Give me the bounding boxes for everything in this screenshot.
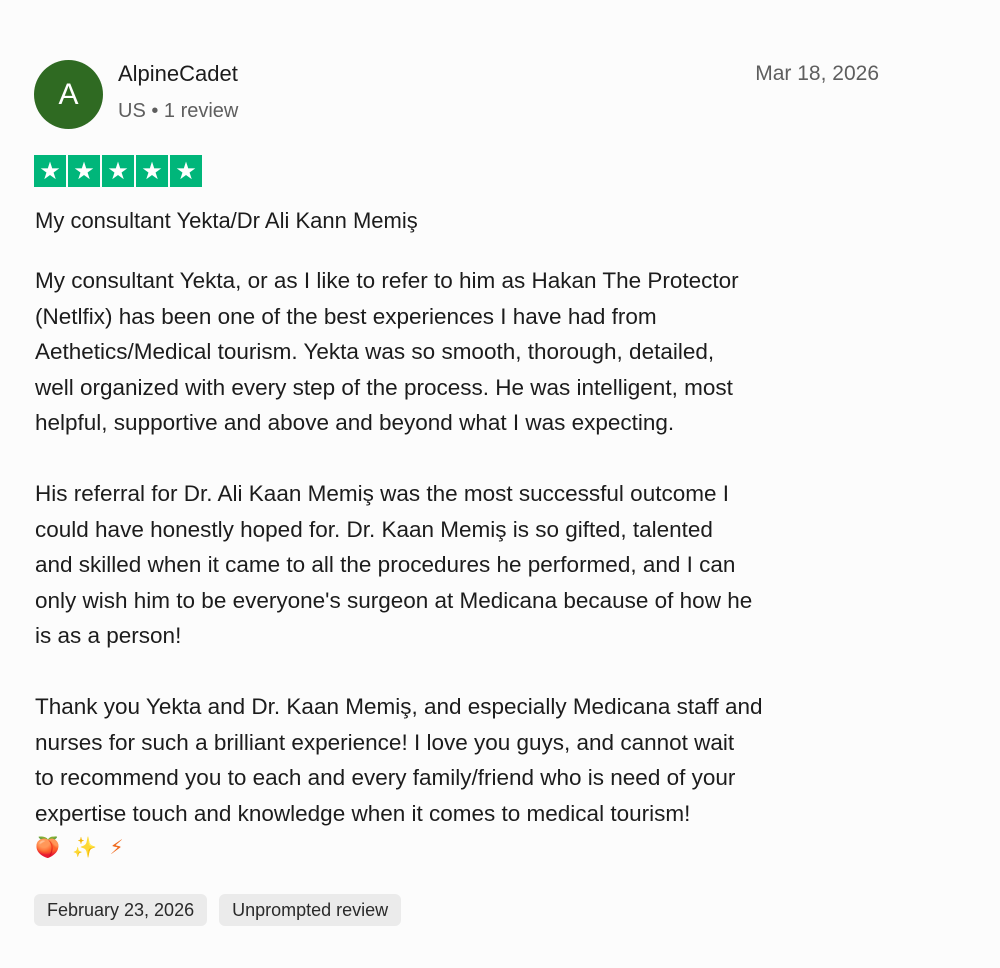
emoji-row: 🍑 ✨ ⚡ [35,831,935,863]
unprompted-review-badge[interactable]: Unprompted review [219,894,402,926]
review-body: My consultant Yekta, or as I like to ref… [35,263,935,863]
star-icon: ★ [170,155,202,187]
review-paragraph: Thank you Yekta and Dr. Kaan Memiş, and … [35,694,763,826]
reviewer-meta: US • 1 review [118,100,239,122]
review-paragraph: His referral for Dr. Ali Kaan Memiş was … [35,481,753,648]
review-date: Mar 18, 2026 [755,62,879,85]
review-paragraph: My consultant Yekta, or as I like to ref… [35,268,739,435]
star-icon: ★ [136,155,168,187]
experience-date-badge: February 23, 2026 [34,894,208,926]
star-icon: ★ [34,155,66,187]
lightning-emoji-icon: ⚡ [109,835,124,859]
avatar[interactable]: A [34,60,103,129]
peach-emoji-icon: 🍑 [35,835,60,859]
review-title[interactable]: My consultant Yekta/Dr Ali Kann Memiş [35,208,418,234]
star-icon: ★ [68,155,100,187]
star-icon: ★ [102,155,134,187]
reviewer-name[interactable]: AlpineCadet [118,61,238,87]
review-tags: February 23, 2026 Unprompted review [34,894,402,926]
sparkles-emoji-icon: ✨ [72,835,98,859]
star-rating: ★ ★ ★ ★ ★ [34,155,202,187]
